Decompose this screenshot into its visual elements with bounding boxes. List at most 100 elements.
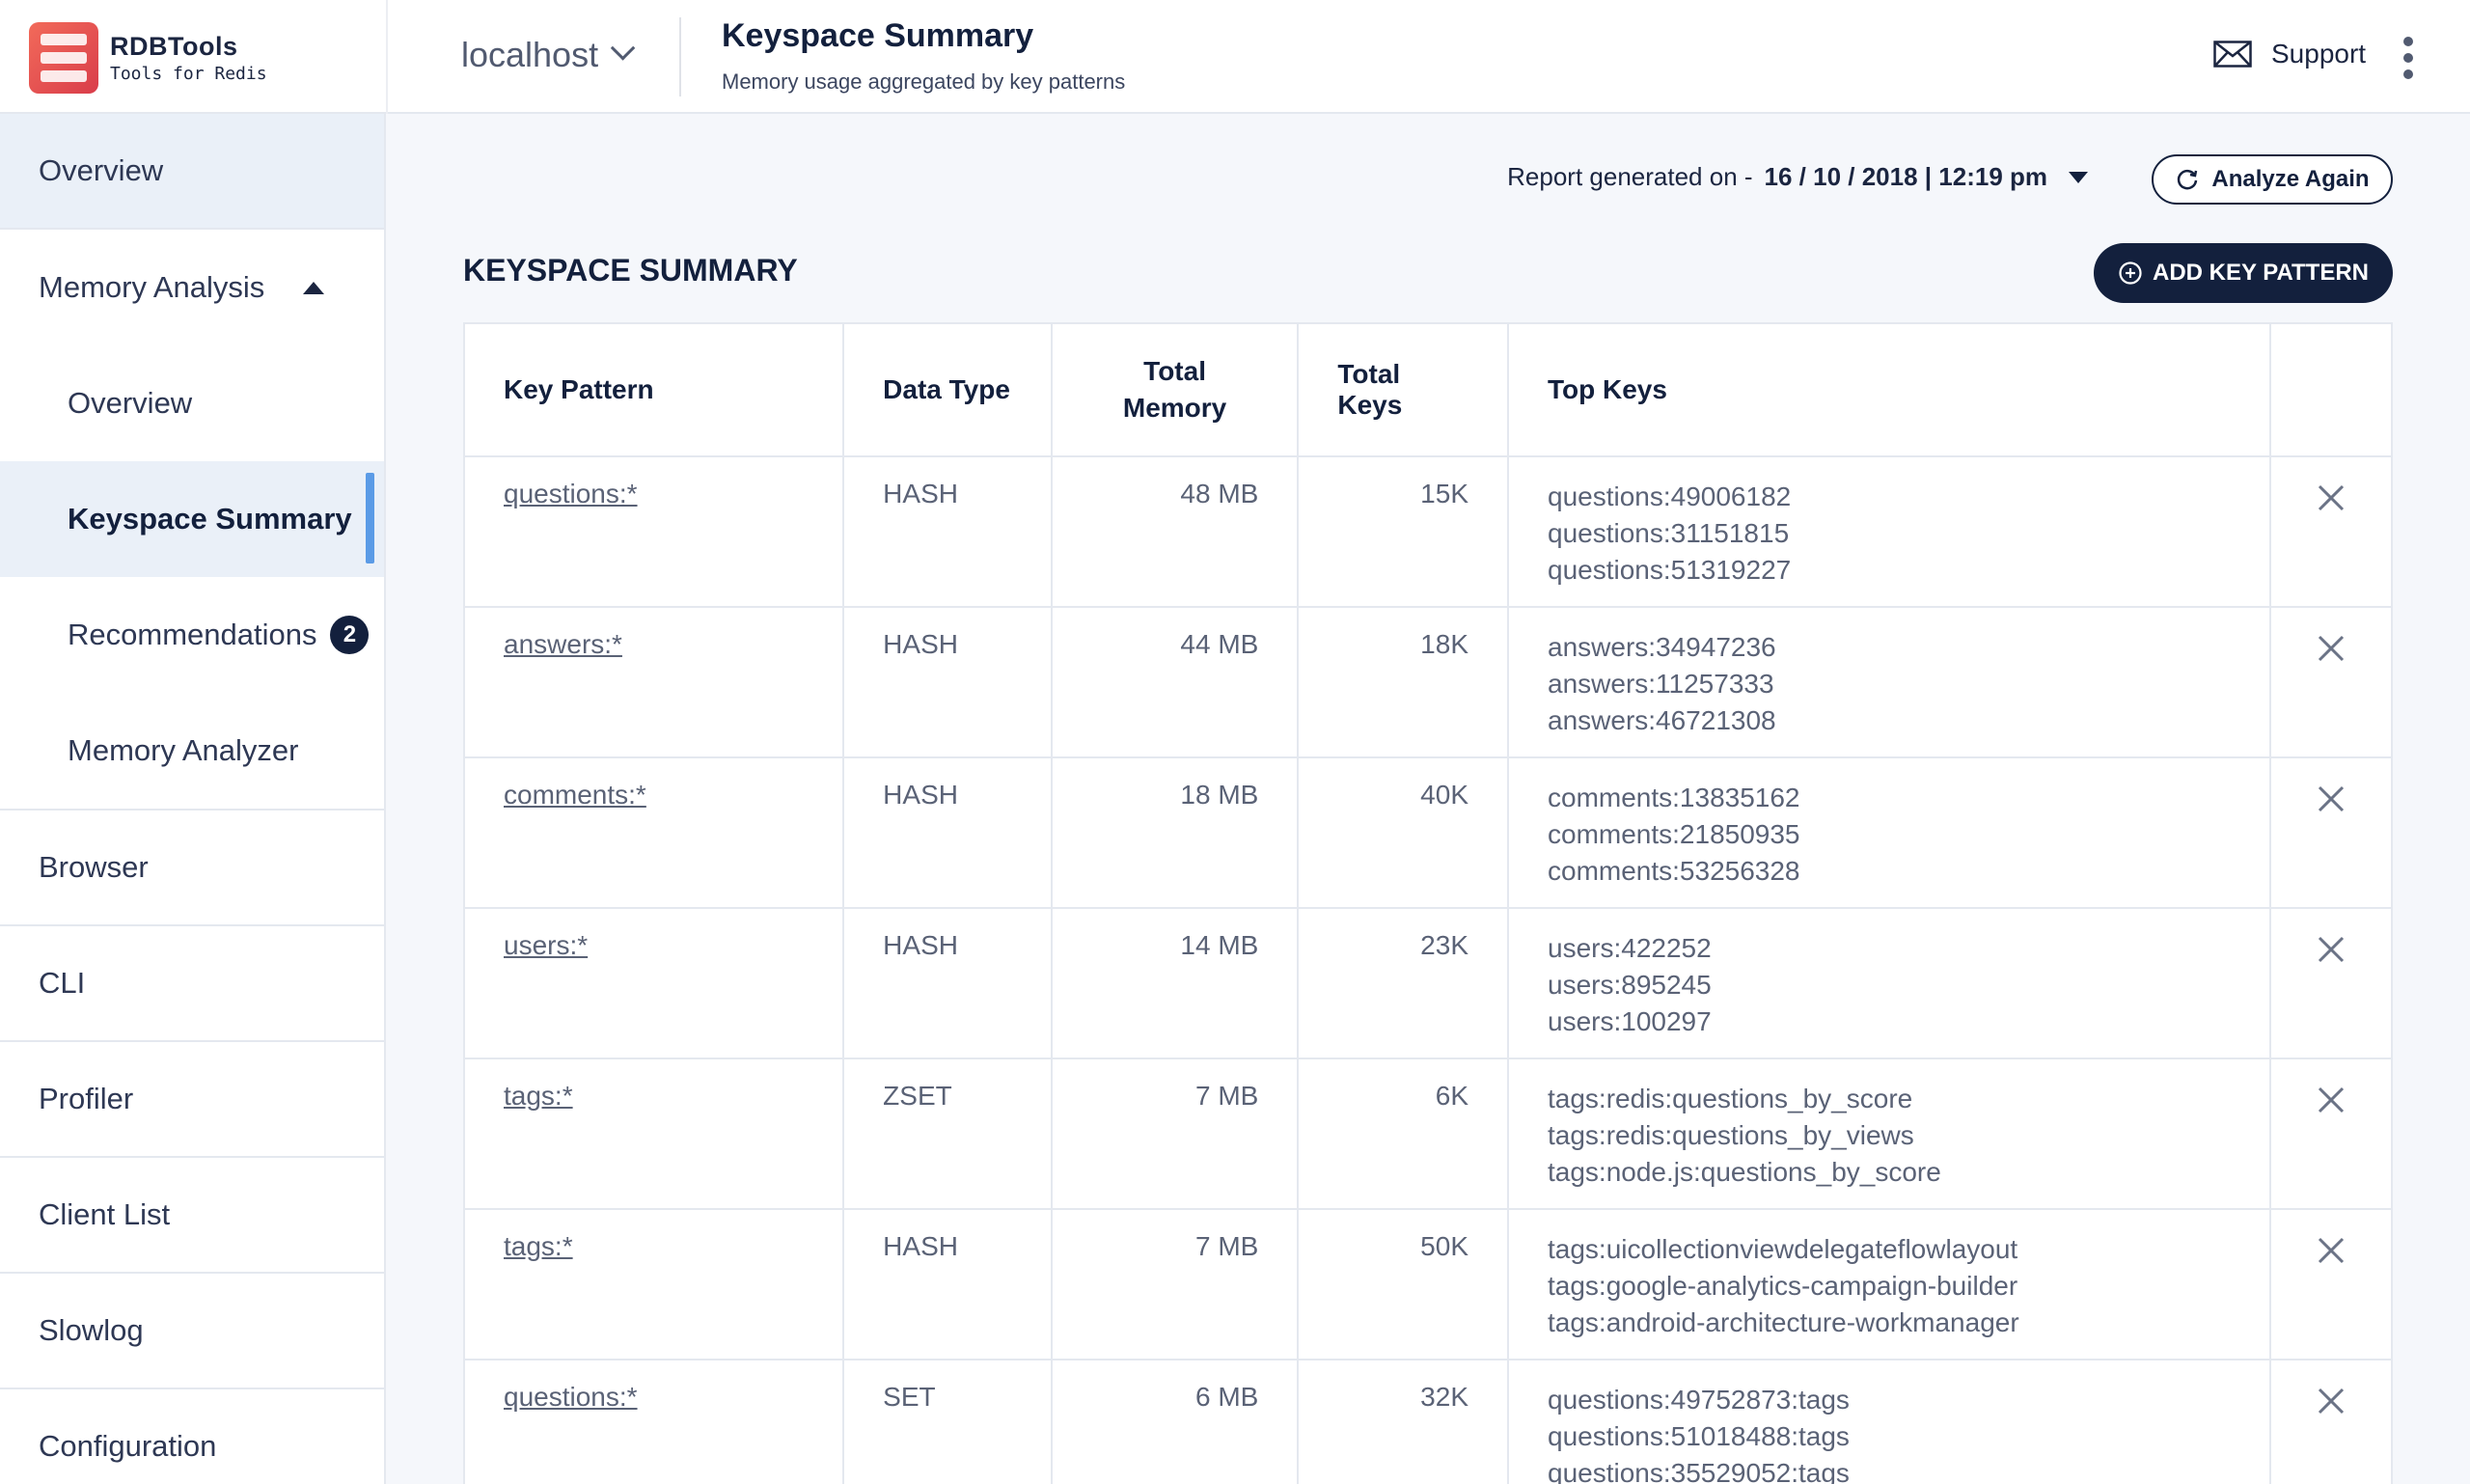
top-key: questions:51319227 xyxy=(1548,555,1792,585)
delete-cell xyxy=(2271,758,2391,907)
key-pattern-cell: users:* xyxy=(465,909,845,1058)
add-key-pattern-button[interactable]: ADD KEY PATTERN xyxy=(2094,243,2393,303)
total-memory-cell: 7 MB xyxy=(1053,1210,1300,1359)
support-link[interactable]: Support xyxy=(2213,39,2366,69)
close-icon[interactable] xyxy=(2316,633,2346,664)
sidebar-group-memory-analysis: Memory Analysis Overview Keyspace Summar… xyxy=(0,230,384,811)
column-header-label: Total Memory xyxy=(1122,356,1227,423)
host-selector[interactable]: localhost xyxy=(461,35,636,75)
table-row: tags:* ZSET 7 MB 6K tags:redis:questions_by_… xyxy=(465,1059,2391,1210)
key-pattern-link[interactable]: answers:* xyxy=(504,629,622,659)
total-memory-cell: 18 MB xyxy=(1053,758,1300,907)
app-root: RDBTools Tools for Redis localhost Keysp… xyxy=(0,0,2470,1484)
total-keys-cell: 40K xyxy=(1299,758,1509,907)
data-type-cell: HASH xyxy=(844,457,1053,606)
sidebar-subitem-recommendations[interactable]: Recommendations 2 xyxy=(0,577,384,693)
top-key: answers:46721308 xyxy=(1548,705,1776,735)
top-key: comments:53256328 xyxy=(1548,856,1800,886)
top-key: tags:node.js:questions_by_score xyxy=(1548,1157,1941,1187)
key-pattern-cell: comments:* xyxy=(465,758,845,907)
sidebar-item-label: Recommendations xyxy=(68,618,317,651)
sidebar-item-overview[interactable]: Overview xyxy=(0,114,384,230)
key-pattern-link[interactable]: comments:* xyxy=(504,780,646,810)
close-icon[interactable] xyxy=(2316,1085,2346,1115)
sidebar-subitem-overview[interactable]: Overview xyxy=(0,345,384,461)
caret-up-icon xyxy=(303,281,325,294)
delete-cell xyxy=(2271,1059,2391,1208)
sidebar-item-configuration[interactable]: Configuration xyxy=(0,1389,384,1484)
caret-down-icon[interactable] xyxy=(2069,171,2088,183)
top-key: answers:34947236 xyxy=(1548,632,1776,662)
key-pattern-cell: answers:* xyxy=(465,608,845,756)
sidebar-item-label: Browser xyxy=(39,850,149,884)
key-pattern-link[interactable]: tags:* xyxy=(504,1081,573,1111)
sidebar-item-profiler[interactable]: Profiler xyxy=(0,1042,384,1158)
key-pattern-cell: tags:* xyxy=(465,1210,845,1359)
total-keys-cell: 23K xyxy=(1299,909,1509,1058)
sidebar-item-label: Profiler xyxy=(39,1082,134,1115)
top-header: RDBTools Tools for Redis localhost Keysp… xyxy=(0,0,2470,114)
page-title: Keyspace Summary xyxy=(722,17,1034,54)
sidebar-subitem-keyspace-summary[interactable]: Keyspace Summary xyxy=(0,461,384,577)
table-body: questions:* HASH 48 MB 15K questions:4900618… xyxy=(465,457,2391,1484)
sidebar-item-label: Configuration xyxy=(39,1429,217,1463)
sidebar-item-cli[interactable]: CLI xyxy=(0,926,384,1042)
top-keys-cell: comments:13835162 comments:21850935 commen… xyxy=(1509,758,2272,907)
top-key: tags:android-architecture-workmanager xyxy=(1548,1307,2019,1337)
delete-cell xyxy=(2271,909,2391,1058)
brand-tagline: Tools for Redis xyxy=(110,64,267,84)
keyspace-table: Key Pattern Data Type Total Memory Total… xyxy=(463,322,2393,1484)
close-icon[interactable] xyxy=(2316,934,2346,965)
column-header-data-type: Data Type xyxy=(844,324,1053,455)
top-key: answers:11257333 xyxy=(1548,669,1774,699)
table-row: questions:* HASH 48 MB 15K questions:4900618… xyxy=(465,457,2391,608)
close-icon[interactable] xyxy=(2316,482,2346,513)
report-label: Report generated on - xyxy=(1507,162,1753,191)
plus-circle-icon xyxy=(2119,261,2142,285)
total-keys-cell: 15K xyxy=(1299,457,1509,606)
top-key: questions:35529052:tags xyxy=(1548,1458,1850,1484)
section-title: KEYSPACE SUMMARY xyxy=(463,253,798,288)
report-datetime: 16 / 10 / 2018 | 12:19 pm xyxy=(1764,162,2047,191)
total-memory-cell: 48 MB xyxy=(1053,457,1300,606)
key-pattern-link[interactable]: tags:* xyxy=(504,1231,573,1261)
total-keys-cell: 18K xyxy=(1299,608,1509,756)
table-row: users:* HASH 14 MB 23K users:422252 users:895… xyxy=(465,909,2391,1059)
close-icon[interactable] xyxy=(2316,1235,2346,1266)
top-key: questions:49752873:tags xyxy=(1548,1385,1850,1415)
header-divider xyxy=(386,0,388,114)
analyze-again-button[interactable]: Analyze Again xyxy=(2152,154,2393,205)
close-icon[interactable] xyxy=(2316,1386,2346,1416)
close-icon[interactable] xyxy=(2316,783,2346,814)
column-header-key-pattern: Key Pattern xyxy=(465,324,845,455)
key-pattern-cell: questions:* xyxy=(465,457,845,606)
sidebar-item-label: Memory Analyzer xyxy=(68,733,299,767)
top-key: questions:51018488:tags xyxy=(1548,1421,1850,1451)
total-keys-cell: 50K xyxy=(1299,1210,1509,1359)
sidebar-item-memory-analysis[interactable]: Memory Analysis xyxy=(0,230,384,345)
sidebar-item-slowlog[interactable]: Slowlog xyxy=(0,1274,384,1389)
sidebar-item-label: CLI xyxy=(39,966,86,1000)
column-header-total-keys: Total Keys xyxy=(1299,324,1509,455)
key-pattern-link[interactable]: users:* xyxy=(504,930,588,960)
brand-text: RDBTools Tools for Redis xyxy=(110,32,267,84)
top-key: users:100297 xyxy=(1548,1006,1712,1036)
sidebar-subitem-memory-analyzer[interactable]: Memory Analyzer xyxy=(0,693,384,809)
delete-cell xyxy=(2271,457,2391,606)
kebab-menu-icon[interactable] xyxy=(2401,37,2416,79)
brand-logo[interactable]: RDBTools Tools for Redis xyxy=(29,21,386,95)
add-key-pattern-label: ADD KEY PATTERN xyxy=(2152,260,2369,286)
analyze-again-label: Analyze Again xyxy=(2211,166,2370,192)
top-keys-cell: tags:uicollectionviewdelegateflowlayout t… xyxy=(1509,1210,2272,1359)
sidebar-item-client-list[interactable]: Client List xyxy=(0,1158,384,1274)
data-type-cell: HASH xyxy=(844,909,1053,1058)
key-pattern-link[interactable]: questions:* xyxy=(504,479,638,508)
delete-cell xyxy=(2271,1360,2391,1484)
total-memory-cell: 14 MB xyxy=(1053,909,1300,1058)
total-memory-cell: 44 MB xyxy=(1053,608,1300,756)
database-icon xyxy=(29,22,98,94)
brand-name: RDBTools xyxy=(110,32,238,61)
sidebar-item-browser[interactable]: Browser xyxy=(0,811,384,926)
key-pattern-link[interactable]: questions:* xyxy=(504,1382,638,1412)
key-pattern-cell: tags:* xyxy=(465,1059,845,1208)
